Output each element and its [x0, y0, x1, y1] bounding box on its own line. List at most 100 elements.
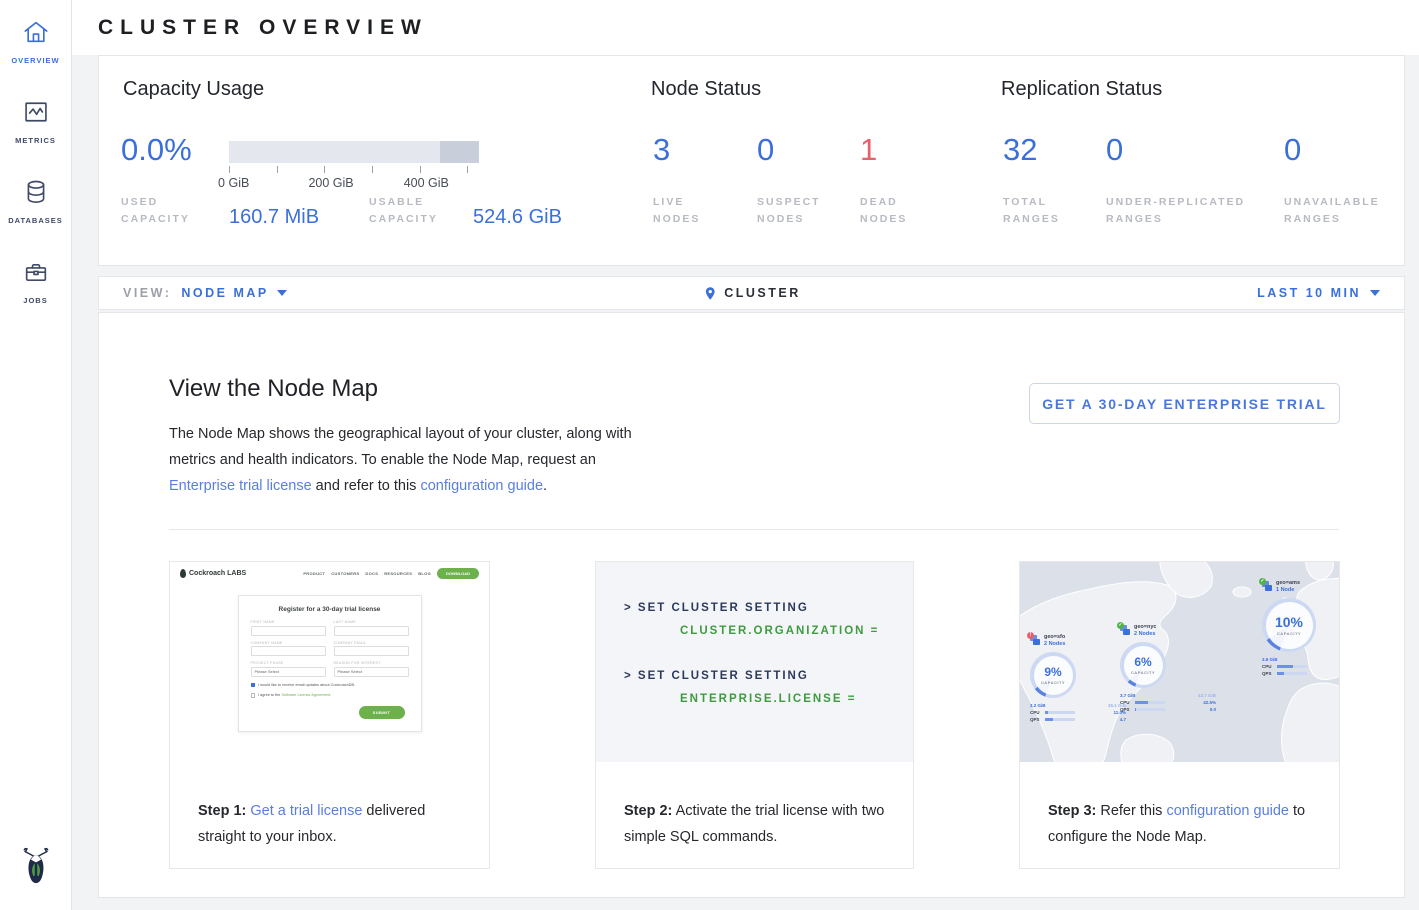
- capacity-percent: 0.0%: [121, 132, 192, 168]
- register-page-thumbnail: Cockroach LABS PRODUCT CUSTOMERS DOCS RE…: [170, 562, 489, 780]
- enterprise-trial-button[interactable]: GET A 30-DAY ENTERPRISE TRIAL: [1029, 383, 1340, 424]
- sql-prompt: > SET CLUSTER SETTING: [624, 602, 913, 614]
- step1-card: Cockroach LABS PRODUCT CUSTOMERS DOCS RE…: [169, 561, 490, 869]
- breadcrumb[interactable]: CLUSTER: [702, 286, 801, 301]
- cockroachdb-logo: [0, 845, 71, 892]
- description-text: The Node Map shows the geographical layo…: [169, 426, 632, 468]
- chevron-down-icon: [277, 290, 287, 296]
- node-status-title: Node Status: [651, 78, 761, 101]
- time-range-value: LAST 10 MIN: [1257, 286, 1361, 300]
- sidebar-item-databases[interactable]: DATABASES: [0, 178, 71, 228]
- locality-stats: 3.6 GiB36.4 GiB CPU53.3% QPS4.4: [1262, 655, 1339, 676]
- capacity-bar-used-segment: [440, 141, 479, 163]
- enterprise-trial-license-link[interactable]: Enterprise trial license: [169, 478, 312, 494]
- thumbnail-nav: PRODUCT CUSTOMERS DOCS RESOURCES BLOG DO…: [303, 568, 479, 579]
- thumbnail-register-form: Register for a 30-day trial license FIRS…: [238, 595, 422, 732]
- node-map-description: The Node Map shows the geographical layo…: [169, 421, 634, 499]
- thumbnail-input: [334, 646, 409, 656]
- sql-commands-preview: > SET CLUSTER SETTING CLUSTER.ORGANIZATI…: [596, 562, 913, 762]
- checkbox-icon: [251, 683, 256, 688]
- locality-badge-nyc: ✓ geo=nyc 2 Nodes 6% CAPACITY 3.7 GiB43.…: [1120, 624, 1216, 712]
- breadcrumb-label: CLUSTER: [724, 286, 801, 300]
- locality-name: geo=sfo: [1044, 634, 1065, 641]
- briefcase-icon: [22, 258, 50, 286]
- capacity-tick-labels: 0 GiB 200 GiB 400 GiB: [229, 176, 479, 192]
- locality-name: geo=ams: [1276, 580, 1300, 587]
- title-band: CLUSTER OVERVIEW: [72, 0, 1419, 55]
- page-title: CLUSTER OVERVIEW: [98, 16, 428, 40]
- step1-label: Step 1:: [198, 803, 246, 819]
- thumbnail-nav-item: DOCS: [365, 571, 378, 576]
- sidebar-item-metrics[interactable]: METRICS: [0, 98, 71, 148]
- locality-node-count: 2 Nodes: [1044, 641, 1065, 648]
- metrics-icon: [22, 98, 50, 126]
- unavailable-ranges-label: UNAVAILABLE RANGES: [1284, 194, 1404, 228]
- usable-capacity-label: USABLE CAPACITY: [369, 194, 455, 228]
- thumbnail-form-title: Register for a 30-day trial license: [251, 606, 409, 613]
- capacity-percent: 10%: [1275, 614, 1303, 630]
- usable-capacity-value: 524.6 GiB: [473, 206, 562, 229]
- node-map-thumbnail: ! geo=sfo 2 Nodes 9% CAPACITY 3.2 GiB35.…: [1020, 562, 1339, 762]
- view-selector-group: VIEW: NODE MAP: [123, 286, 287, 300]
- description-text: and refer to this: [312, 478, 421, 494]
- node-map-panel: View the Node Map The Node Map shows the…: [98, 312, 1405, 898]
- capacity-gauge: 9% CAPACITY: [1030, 652, 1076, 698]
- thumbnail-nav-item: RESOURCES: [384, 571, 412, 576]
- sidebar: OVERVIEW METRICS DATABASES: [0, 0, 72, 910]
- configuration-guide-link-2[interactable]: configuration guide: [1166, 803, 1289, 819]
- warning-status-icon: !: [1027, 632, 1034, 639]
- view-selector-dropdown[interactable]: NODE MAP: [181, 286, 286, 300]
- healthy-status-icon: ✓: [1117, 622, 1124, 629]
- step3-label: Step 3:: [1048, 803, 1096, 819]
- step2-card: > SET CLUSTER SETTING CLUSTER.ORGANIZATI…: [595, 561, 914, 869]
- locality-badge-ams: ✓ geo=ams 1 Node 10% CAPACITY 3.6 GiB36.…: [1262, 580, 1339, 676]
- configuration-guide-link[interactable]: configuration guide: [420, 478, 543, 494]
- suspect-nodes-value: 0: [757, 132, 774, 168]
- thumbnail-select: Please Select: [334, 667, 409, 677]
- under-replicated-ranges-label: UNDER-REPLICATED RANGES: [1106, 194, 1270, 228]
- home-icon: [22, 18, 50, 46]
- sidebar-item-label: OVERVIEW: [11, 56, 59, 65]
- view-bar: VIEW: NODE MAP CLUSTER LAST 10 MIN: [98, 276, 1405, 310]
- capacity-usage-title: Capacity Usage: [123, 78, 264, 101]
- step2-label: Step 2:: [624, 803, 672, 819]
- view-selector-value: NODE MAP: [181, 286, 268, 300]
- thumbnail-select: Please Select: [251, 667, 326, 677]
- sidebar-item-jobs[interactable]: JOBS: [0, 258, 71, 308]
- locality-stats: 3.2 GiB35.1 GiB CPU11.0% QPS4.7: [1030, 701, 1126, 722]
- thumbnail-submit-button: SUBMIT: [359, 706, 405, 719]
- capacity-bar-track: [229, 141, 479, 163]
- section-divider: [169, 529, 1339, 530]
- capacity-bar: 0 GiB 200 GiB 400 GiB: [229, 141, 479, 192]
- capacity-percent: 6%: [1134, 655, 1151, 669]
- step2-caption: Step 2: Activate the trial license with …: [624, 798, 893, 850]
- step3-card: ! geo=sfo 2 Nodes 9% CAPACITY 3.2 GiB35.…: [1019, 561, 1340, 869]
- used-capacity-value: 160.7 MiB: [229, 206, 319, 229]
- capacity-label: CAPACITY: [1277, 631, 1301, 636]
- capacity-percent: 9%: [1044, 665, 1061, 679]
- cluster-summary-panel: Capacity Usage 0.0% 0 GiB 200 GiB 400 Gi…: [98, 55, 1405, 266]
- node-map-heading: View the Node Map: [169, 375, 378, 403]
- live-nodes-value: 3: [653, 132, 670, 168]
- get-trial-license-link[interactable]: Get a trial license: [250, 803, 362, 819]
- thumbnail-nav-item: BLOG: [418, 571, 431, 576]
- sidebar-item-label: METRICS: [15, 136, 56, 145]
- nodes-icon: ✓: [1120, 625, 1131, 636]
- capacity-label: CAPACITY: [1131, 670, 1155, 675]
- view-label: VIEW:: [123, 286, 171, 300]
- thumbnail-checkbox-row: I agree to the Software License Agreemen…: [251, 693, 409, 698]
- step1-caption: Step 1: Get a trial license delivered st…: [198, 798, 469, 850]
- nodes-icon: ✓: [1262, 581, 1273, 592]
- thumbnail-input: [334, 626, 409, 636]
- thumbnail-input: [251, 646, 326, 656]
- step3-caption: Step 3: Refer this configuration guide t…: [1048, 798, 1319, 850]
- capacity-bar-ticks: [229, 166, 479, 174]
- thumbnail-download-button: DOWNLOAD: [437, 568, 479, 579]
- location-pin-icon: [702, 286, 717, 301]
- locality-stats: 3.7 GiB43.7 GiB CPU42.5% QPS0.0: [1120, 691, 1216, 712]
- time-range-selector[interactable]: LAST 10 MIN: [1257, 286, 1380, 300]
- replication-status-title: Replication Status: [1001, 78, 1162, 101]
- capacity-gauge: 10% CAPACITY: [1262, 598, 1316, 652]
- thumbnail-site-header: Cockroach LABS PRODUCT CUSTOMERS DOCS RE…: [170, 562, 489, 583]
- sidebar-item-overview[interactable]: OVERVIEW: [0, 18, 71, 68]
